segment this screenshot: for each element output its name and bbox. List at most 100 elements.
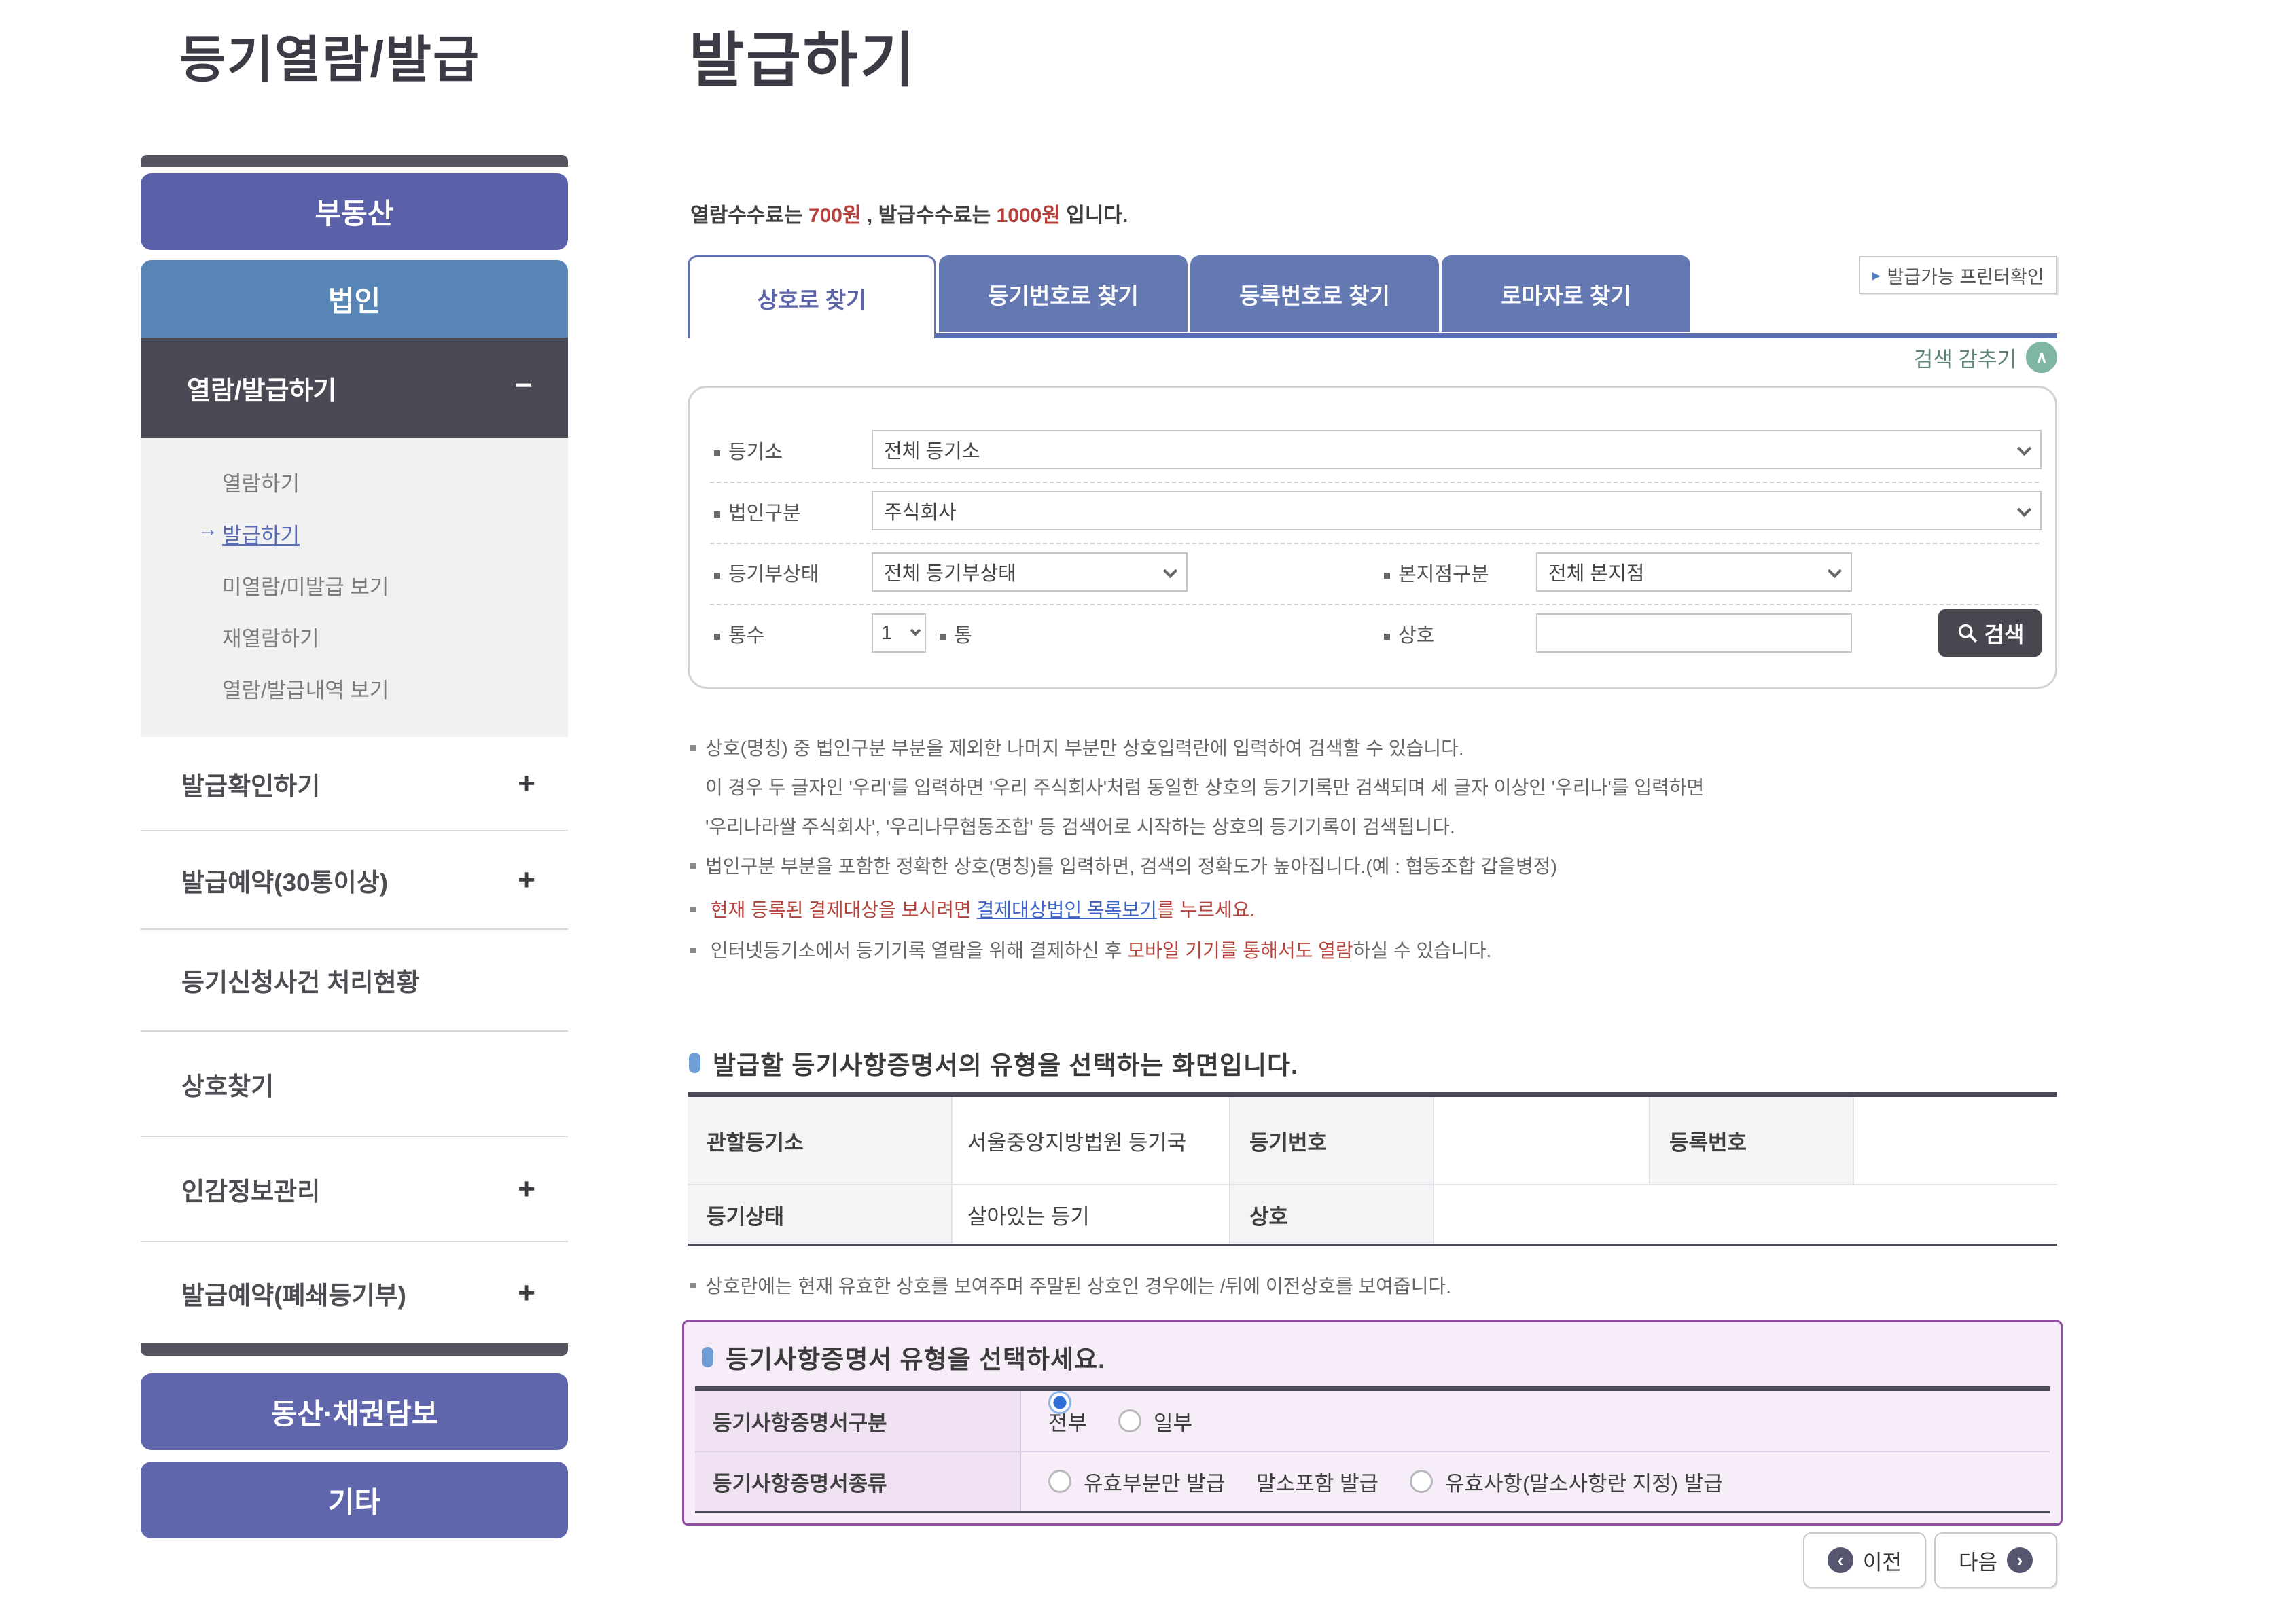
radio-valid-only-label[interactable]: 유효부분만 발급	[1084, 1466, 1225, 1497]
chevron-down-icon	[1828, 564, 1842, 578]
sidebar-item-corporation[interactable]: 법인	[141, 260, 568, 338]
collapse-icon[interactable]: −	[514, 367, 533, 403]
radio-include-cancelled-label[interactable]: 말소포함 발급	[1256, 1466, 1378, 1497]
section-bullet-icon	[702, 1347, 713, 1367]
copies-select[interactable]: 1	[872, 613, 926, 653]
mobile-note-text: 하실 수 있습니다.	[1353, 940, 1492, 961]
payment-list-link[interactable]: 결제대상법인 목록보기	[977, 899, 1157, 920]
sidebar-item-etc[interactable]: 기타	[141, 1462, 568, 1538]
cert-section-header: 등기사항증명서 유형을 선택하세요.	[702, 1339, 1105, 1375]
sidebar-bottom-bar	[141, 1343, 568, 1356]
submenu-item-history[interactable]: 열람/발급내역 보기	[222, 673, 389, 704]
sidebar-item-trade-name-search[interactable]: 상호찾기	[141, 1030, 568, 1136]
hide-search-link[interactable]: 검색 감추기	[1914, 342, 2016, 373]
radio-valid-only[interactable]	[1048, 1470, 1071, 1493]
main-content: 발급하기 열람수수료는 700원 , 발급수수료는 1000원 입니다. 상호로…	[688, 0, 2057, 1624]
branch-type-value: 전체 본지점	[1548, 558, 1644, 586]
registry-state-value: 살아있는 등기	[951, 1185, 1229, 1244]
registry-no-label: 등기번호	[1229, 1097, 1433, 1184]
corp-type-value: 주식회사	[884, 497, 957, 525]
registry-status-label: 등기부상태	[714, 558, 819, 587]
table-note: 상호란에는 현재 유효한 상호를 보여주며 주말된 상호인 경우에는 /뒤에 이…	[690, 1271, 1451, 1299]
prev-arrow-icon: ‹	[1828, 1547, 1853, 1573]
trade-name-input[interactable]	[1536, 613, 1852, 653]
sidebar-item-view-issue[interactable]: 열람/발급하기 −	[141, 338, 568, 438]
sidebar-submenu: 열람하기 → 발급하기 미열람/미발급 보기 재열람하기 열람/발급내역 보기	[141, 438, 568, 737]
cert-division-label: 등기사항증명서구분	[695, 1391, 1021, 1451]
sidebar-item-collateral[interactable]: 동산·채권담보	[141, 1373, 568, 1450]
radio-partial[interactable]	[1118, 1409, 1141, 1432]
radio-valid-designated-label[interactable]: 유효사항(말소사항란 지정) 발급	[1445, 1466, 1723, 1497]
prev-button-label: 이전	[1863, 1545, 1902, 1576]
printer-arrow-icon: ▸	[1872, 266, 1880, 285]
payment-note-text: 를 누르세요.	[1157, 899, 1255, 920]
tab-search-by-name[interactable]: 상호로 찾기	[688, 255, 936, 338]
submenu-item-view[interactable]: 열람하기	[222, 467, 300, 497]
search-icon	[1956, 621, 1979, 645]
sidebar-item-issue-reserve-30[interactable]: 발급예약(30통이상) +	[141, 830, 568, 928]
tab-search-by-registration-number[interactable]: 등록번호로 찾기	[1190, 255, 1439, 332]
branch-type-label: 본지점구분	[1384, 558, 1489, 587]
trade-name-label: 상호	[1384, 619, 1434, 648]
menu-label: 발급확인하기	[181, 765, 320, 802]
jurisdiction-label: 관할등기소	[688, 1097, 951, 1184]
cert-type-section: 등기사항증명서 유형을 선택하세요. 등기사항증명서구분 전부 일부 등기사항증…	[682, 1320, 2063, 1526]
sidebar-item-case-status[interactable]: 등기신청사건 처리현황	[141, 928, 568, 1030]
sidebar-menu-list: 발급확인하기 + 발급예약(30통이상) + 등기신청사건 처리현황 상호찾기 …	[141, 737, 568, 1343]
expand-icon[interactable]: +	[518, 1276, 535, 1310]
sidebar-item-seal-info[interactable]: 인감정보관리 +	[141, 1136, 568, 1241]
divider	[710, 482, 2039, 483]
search-button[interactable]: 검색	[1938, 609, 2042, 657]
expand-icon[interactable]: +	[518, 863, 535, 897]
printer-check-button[interactable]: ▸ 발급가능 프린터확인	[1859, 256, 2057, 294]
submenu-item-issue[interactable]: 발급하기	[222, 518, 300, 549]
expand-icon[interactable]: +	[518, 767, 535, 801]
sidebar-item-issue-reserve-closed[interactable]: 발급예약(폐쇄등기부) +	[141, 1241, 568, 1343]
registry-office-select[interactable]: 전체 등기소	[872, 430, 2042, 469]
next-button[interactable]: 다음 ›	[1934, 1532, 2057, 1588]
sidebar-item-real-estate[interactable]: 부동산	[141, 173, 568, 250]
issue-fee: 1000원	[997, 204, 1061, 227]
chevron-down-icon	[910, 626, 921, 636]
menu-label: 등기신청사건 처리현황	[181, 962, 420, 998]
section-bullet-icon	[689, 1053, 700, 1073]
radio-partial-label[interactable]: 일부	[1154, 1406, 1192, 1437]
fee-text: , 발급수수료는	[861, 204, 997, 227]
tab-search-by-roman[interactable]: 로마자로 찾기	[1442, 255, 1690, 332]
chevron-down-icon	[2017, 441, 2031, 456]
search-toggle-row: 검색 감추기 ∧	[1914, 341, 2057, 374]
chevron-down-icon	[2017, 503, 2031, 517]
fee-text: 입니다.	[1061, 204, 1128, 227]
payment-note-text: 현재 등록된 결제대상을 보시려면	[711, 899, 977, 920]
divider	[710, 543, 2039, 544]
trade-name-cell-value	[1433, 1185, 2057, 1244]
registry-status-select[interactable]: 전체 등기부상태	[872, 552, 1188, 592]
jurisdiction-value: 서울중앙지방법원 등기국	[951, 1097, 1229, 1184]
registry-office-label: 등기소	[714, 436, 783, 465]
search-form: 등기소 전체 등기소 법인구분 주식회사 등기부상태 전체 등기부상태 본지점구…	[688, 386, 2057, 689]
expand-icon[interactable]: +	[518, 1172, 535, 1206]
copies-unit: 통	[940, 619, 972, 648]
prev-button[interactable]: ‹ 이전	[1803, 1532, 1926, 1588]
sidebar-top-bar	[141, 155, 568, 167]
sidebar: 등기열람/발급 부동산 법인 열람/발급하기 − 열람하기 → 발급하기 미열람…	[141, 0, 568, 1624]
fee-text: 열람수수료는	[690, 204, 808, 227]
search-tabs: 상호로 찾기 등기번호로 찾기 등록번호로 찾기 로마자로 찾기 ▸ 발급가능 …	[688, 255, 2057, 338]
sidebar-item-issue-confirm[interactable]: 발급확인하기 +	[141, 737, 568, 830]
registry-no-value	[1433, 1097, 1649, 1184]
radio-valid-designated[interactable]	[1410, 1470, 1433, 1493]
tab-search-by-registry-number[interactable]: 등기번호로 찾기	[939, 255, 1188, 332]
menu-label: 발급예약(폐쇄등기부)	[181, 1275, 406, 1312]
corp-type-select[interactable]: 주식회사	[872, 491, 2042, 530]
branch-type-select[interactable]: 전체 본지점	[1536, 552, 1852, 592]
chevron-up-icon[interactable]: ∧	[2026, 342, 2057, 373]
radio-include-cancelled[interactable]	[1048, 1391, 1071, 1414]
submenu-item-unviewed[interactable]: 미열람/미발급 보기	[222, 570, 389, 600]
view-fee: 700원	[808, 204, 861, 227]
divider	[710, 604, 2039, 605]
registration-no-label: 등록번호	[1649, 1097, 1853, 1184]
submenu-item-reread[interactable]: 재열람하기	[222, 621, 319, 652]
menu-label: 인감정보관리	[181, 1171, 320, 1208]
cert-section-title: 등기사항증명서 유형을 선택하세요.	[726, 1339, 1105, 1375]
payment-note: 현재 등록된 결제대상을 보시려면 결제대상법인 목록보기를 누르세요.	[690, 895, 1255, 922]
